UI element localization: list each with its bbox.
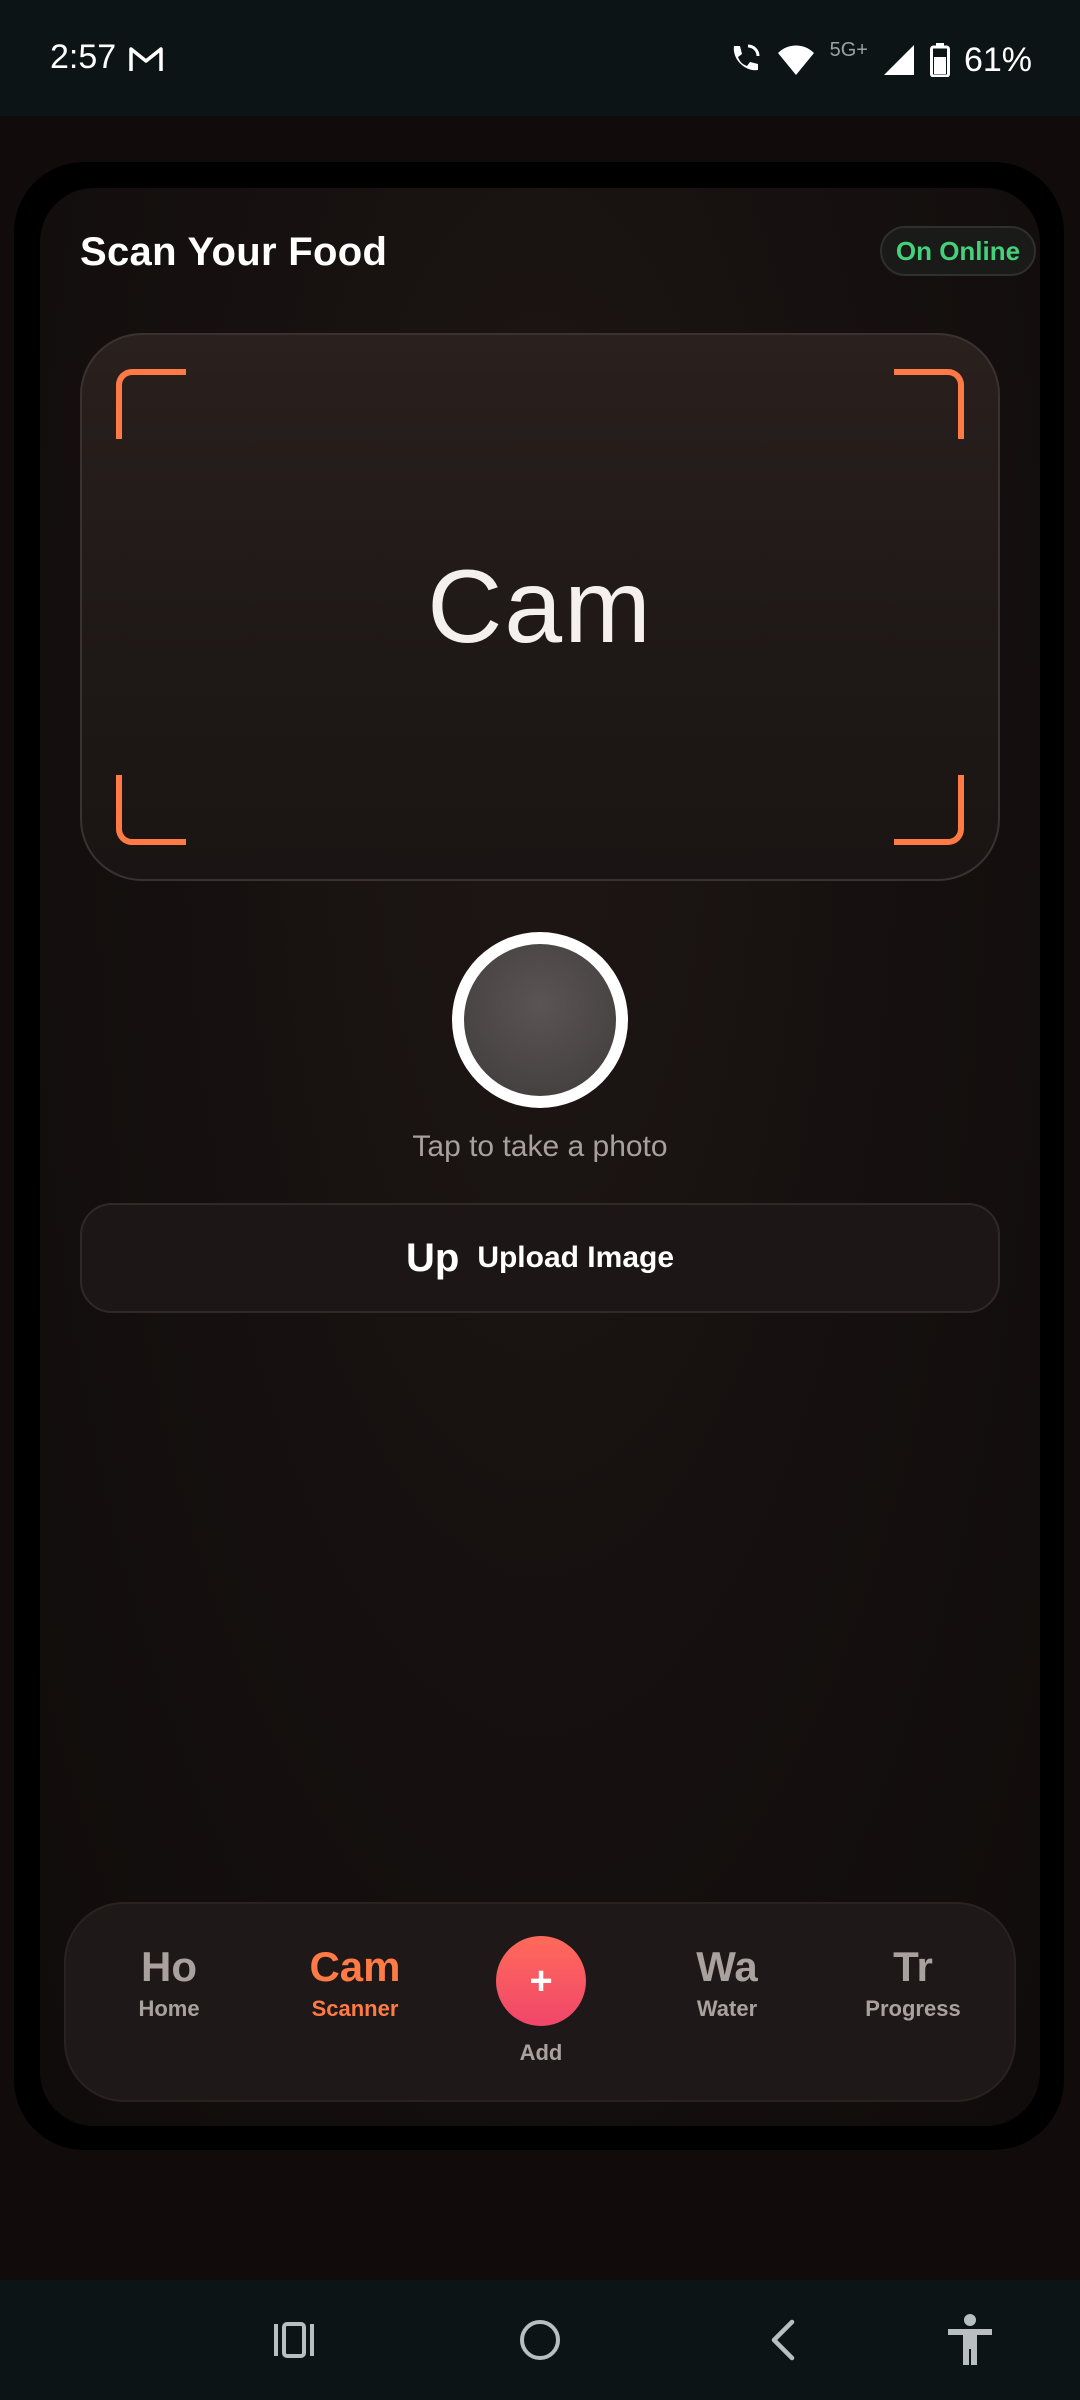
online-status-badge: On Online [880,226,1036,276]
home-icon: Ho [141,1943,197,1990]
accessibility-icon [948,2314,992,2365]
nav-label-add: Add [519,2040,563,2065]
camera-placeholder-text: Cam [427,548,653,665]
nav-label-water: Water [696,1996,758,2021]
wifi-icon [777,45,814,75]
progress-icon: Tr [893,1943,933,1990]
camera-viewport[interactable]: Cam [80,333,1000,881]
nav-label-progress: Progress [865,1996,961,2021]
nav-item-home[interactable]: Ho Home [94,1944,244,2022]
bottom-nav: Ho Home Cam Scanner + Add Wa Water Tr Pr… [64,1902,1016,2102]
upload-icon: Up [405,1235,460,1280]
home-system-button[interactable] [510,2310,570,2370]
page-title: Scan Your Food [80,230,388,274]
signal-icon [883,45,914,75]
nav-label-scanner: Scanner [311,1996,399,2021]
gmail-icon [129,47,163,71]
accessibility-button[interactable] [940,2310,1000,2370]
upload-image-button[interactable]: Up Upload Image [80,1203,1000,1313]
system-nav-bar [0,2280,1080,2400]
shutter-hint-text: Tap to take a photo [412,1130,668,1163]
water-icon: Wa [696,1943,758,1990]
nav-label-home: Home [138,1996,200,2021]
wifi-calling-icon [733,44,760,71]
back-chevron-icon [771,2319,795,2361]
recents-button[interactable] [264,2310,324,2370]
nav-item-scanner[interactable]: Cam Scanner [280,1944,430,2022]
back-button[interactable] [754,2310,814,2370]
plus-icon: + [529,1958,553,2003]
status-time: 2:57 [50,38,117,76]
shutter-button[interactable] [452,932,628,1108]
battery-percentage: 61% [963,40,1032,79]
add-button[interactable]: + [496,1936,586,2026]
upload-button-label: Upload Image [477,1241,675,1274]
network-type-label: 5G+ [829,38,868,61]
status-bar: 2:57 5G+ 61% [0,0,1080,116]
nav-item-progress[interactable]: Tr Progress [838,1944,988,2022]
shutter-button-inner [464,944,616,1096]
recents-icon [274,2322,314,2358]
battery-icon [929,43,950,77]
scanner-icon: Cam [309,1943,401,1990]
home-circle-icon [520,2320,560,2360]
nav-item-water[interactable]: Wa Water [652,1944,802,2022]
status-icons: 5G+ 61% [726,38,1032,82]
